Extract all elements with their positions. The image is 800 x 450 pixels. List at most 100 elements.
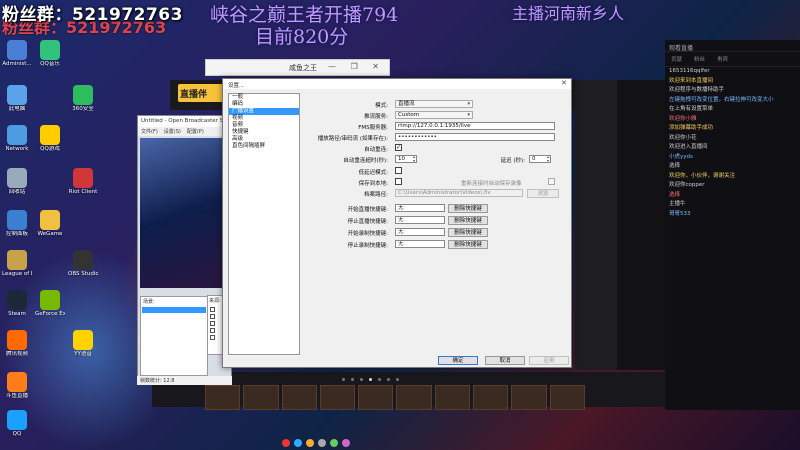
menu-settings[interactable]: 设置(S)	[164, 128, 181, 135]
desktop-icon[interactable]: WeGame	[35, 210, 65, 238]
ok-button[interactable]: 确定	[438, 356, 478, 365]
start-stream-hotkey-input[interactable]: 无	[395, 204, 445, 212]
autoreconnect-label: 自动重连:	[364, 147, 388, 153]
stop-stream-hotkey-input[interactable]: 无	[395, 216, 445, 224]
clear-stop-rec-hotkey-button[interactable]: 删除快捷键	[448, 240, 488, 249]
desktop-icon-label: Administ...	[2, 61, 32, 67]
gift-card[interactable]	[434, 385, 471, 410]
nav-item-advanced[interactable]: 高级	[229, 136, 299, 143]
desktop-icon[interactable]: Riot Client	[68, 168, 98, 196]
tray-icon[interactable]	[330, 439, 338, 447]
stream-key-input[interactable]: ••••••••••••	[395, 133, 555, 141]
desktop-icon[interactable]: Steam	[2, 290, 32, 318]
source-checkbox[interactable]	[210, 314, 215, 319]
desktop-icon-label: WeGame	[37, 231, 63, 237]
chat-message: 欢迎来到本直播间	[669, 77, 714, 84]
scene-item-selected[interactable]	[142, 307, 206, 313]
desktop-icon-label: QQ音乐	[40, 61, 60, 67]
delay-stepper[interactable]: 0 ▴ ▾	[529, 155, 551, 163]
gift-card[interactable]	[205, 385, 241, 410]
desktop-icon[interactable]: League of Legends	[2, 250, 32, 278]
window-controls[interactable]: — ❐ ✕	[328, 62, 385, 71]
clear-start-stream-hotkey-button[interactable]: 删除快捷键	[448, 204, 488, 213]
desktop-icon-label: Network	[5, 146, 29, 152]
service-select[interactable]: Custom ▾	[395, 111, 473, 119]
apply-button[interactable]: 应用	[529, 356, 569, 365]
autoreconnect-checkbox[interactable]: ✓	[395, 144, 402, 151]
obs-scenes-list[interactable]: 场景:	[140, 296, 208, 376]
spin-arrows-icon[interactable]: ▴ ▾	[547, 155, 549, 163]
keep-replay-checkbox[interactable]	[548, 178, 555, 185]
pager-dots[interactable]	[342, 378, 399, 381]
file-path-input[interactable]: C:\Users\Administrator\Videos\.flv	[395, 189, 523, 197]
server-input[interactable]: rtmp://127.0.0.1:1935/live	[395, 122, 555, 130]
desktop-icon[interactable]: 控制面板	[2, 210, 32, 238]
desktop-icon[interactable]: OBS Studio	[68, 250, 98, 278]
keep-replay-label: 重新连接时自动保存录像	[461, 181, 522, 187]
desktop-icon[interactable]: 回收站	[2, 168, 32, 196]
ime-icon[interactable]	[294, 439, 302, 447]
stop-rec-hotkey-input[interactable]: 无	[395, 240, 445, 248]
close-icon[interactable]: ✕	[561, 79, 567, 87]
desktop-icon[interactable]: YY语音	[68, 330, 98, 358]
keep-recording-checkbox[interactable]	[395, 178, 402, 185]
desktop-icon[interactable]: QQ音乐	[35, 40, 65, 68]
nav-item-hotkeys[interactable]: 快捷键	[229, 129, 299, 136]
gift-card[interactable]	[281, 385, 317, 410]
launcher-window[interactable]: 咸鱼之王 — ❐ ✕	[205, 59, 390, 76]
tray-icon[interactable]	[342, 439, 350, 447]
nav-item-interleave[interactable]: 直色间隔插屏	[229, 143, 299, 150]
source-checkbox[interactable]	[210, 307, 215, 312]
source-checkbox[interactable]	[210, 335, 215, 340]
gift-card[interactable]	[243, 385, 279, 410]
gift-card[interactable]	[396, 385, 432, 410]
cancel-button[interactable]: 取消	[485, 356, 525, 365]
gift-card[interactable]	[358, 385, 394, 410]
gift-card[interactable]	[473, 385, 509, 410]
reconnect-timeout-stepper[interactable]: 10 ▴ ▾	[395, 155, 417, 163]
mode-select[interactable]: 直播流 ▾	[395, 100, 473, 108]
spin-arrows-icon[interactable]: ▴ ▾	[413, 155, 415, 163]
desktop-icon[interactable]: QQ	[2, 410, 32, 438]
app-icon	[73, 168, 93, 188]
tab-fans[interactable]: 粉丝	[694, 55, 705, 63]
start-stream-hotkey-label: 开始直播快捷键:	[347, 207, 388, 213]
keep-recording-label: 保存到本地:	[358, 181, 388, 187]
app-icon	[73, 250, 93, 270]
nav-item-broadcast[interactable]: 广播设置	[229, 108, 299, 115]
desktop-icon[interactable]: Network	[2, 125, 32, 153]
nav-item-audio[interactable]: 音频	[229, 122, 299, 129]
desktop-icon[interactable]: 腾讯视频	[2, 330, 32, 358]
sogou-icon[interactable]	[282, 439, 290, 447]
app-icon	[73, 85, 93, 105]
gift-card[interactable]	[511, 385, 547, 410]
gift-card[interactable]	[549, 385, 585, 410]
settings-dialog[interactable]: 设置... ✕ 一般 编码 广播设置 视频 音频 快捷键 高级 直色间隔插屏 模…	[222, 78, 572, 368]
keyboard-icon[interactable]	[318, 439, 326, 447]
menu-profile[interactable]: 配置(P)	[187, 128, 204, 135]
app-icon	[7, 85, 27, 105]
source-checkbox[interactable]	[210, 321, 215, 326]
browse-button[interactable]: 浏览	[527, 189, 559, 198]
desktop-icon[interactable]: Administ...	[2, 40, 32, 68]
desktop-icon[interactable]: 此电脑	[2, 85, 32, 113]
stream-key-label: 播放路径/串码流 (如果存在):	[317, 136, 388, 142]
tab-contribution[interactable]: 贡献	[671, 55, 682, 63]
menu-file[interactable]: 文件(F)	[141, 128, 158, 135]
launcher-title: 咸鱼之王	[289, 64, 317, 72]
tab-vip[interactable]: 贵宾	[717, 55, 728, 63]
desktop-icon[interactable]: GeForce Experience	[35, 290, 65, 318]
desktop-icon[interactable]: 360安全	[68, 85, 98, 113]
nav-item-encoding[interactable]: 编码	[229, 101, 299, 108]
nav-item-video[interactable]: 视频	[229, 115, 299, 122]
low-latency-checkbox[interactable]	[395, 167, 402, 174]
start-rec-hotkey-input[interactable]: 无	[395, 228, 445, 236]
desktop-icon[interactable]: 斗鱼直播	[2, 372, 32, 400]
gift-card[interactable]	[319, 385, 356, 410]
clear-start-rec-hotkey-button[interactable]: 删除快捷键	[448, 228, 488, 237]
nav-item-general[interactable]: 一般	[229, 94, 299, 101]
clear-stop-stream-hotkey-button[interactable]: 删除快捷键	[448, 216, 488, 225]
source-checkbox[interactable]	[210, 328, 215, 333]
desktop-icon[interactable]: QQ游戏	[35, 125, 65, 153]
mic-icon[interactable]	[306, 439, 314, 447]
